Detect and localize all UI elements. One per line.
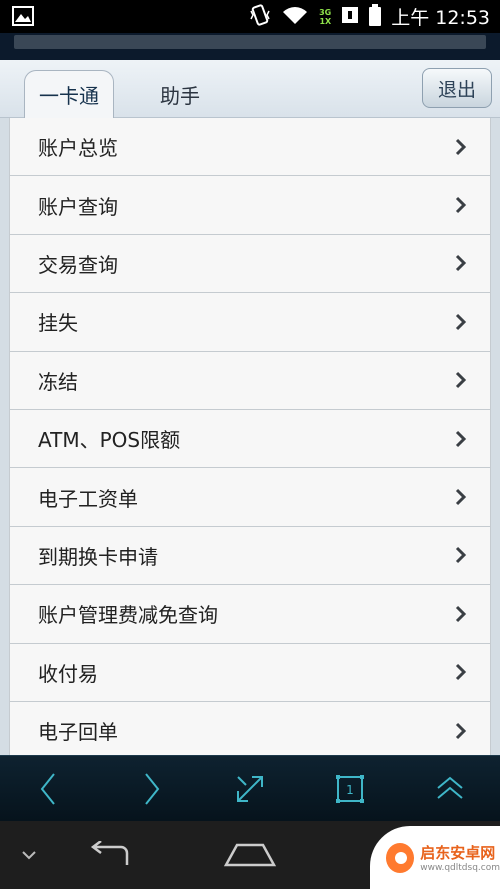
home-icon <box>223 843 277 867</box>
chevron-right-icon <box>455 197 467 214</box>
watermark-title: 启东安卓网 <box>420 844 496 862</box>
tab-header: 一卡通 助手 退出 <box>0 60 500 118</box>
chevron-up-double-icon <box>437 776 463 799</box>
menu-item-label: 账户管理费减免查询 <box>38 603 218 628</box>
network-type-indicator: 3G 1X <box>319 7 332 26</box>
system-back-button[interactable] <box>86 839 136 871</box>
chevron-right-icon <box>455 138 467 155</box>
menu-item-freeze[interactable]: 冻结 <box>9 351 491 410</box>
chevron-right-icon <box>455 664 467 681</box>
chevron-right-icon <box>455 313 467 330</box>
menu-item-account-overview[interactable]: 账户总览 <box>9 118 491 177</box>
menu-item-account-query[interactable]: 账户查询 <box>9 176 491 235</box>
logout-button[interactable]: 退出 <box>422 68 492 108</box>
chevron-right-icon <box>455 722 467 739</box>
tab-count: 1 <box>346 783 354 797</box>
window-count-icon: 1 <box>336 775 364 803</box>
menu-item-fee-waiver-query[interactable]: 账户管理费减免查询 <box>9 585 491 644</box>
menu-item-label: 电子工资单 <box>38 486 138 511</box>
status-bar: 3G 1X 上午 12:53 <box>0 0 500 33</box>
menu-item-label: 账户查询 <box>38 194 118 219</box>
signal-icon <box>341 5 359 29</box>
menu-item-shoufuyi[interactable]: 收付易 <box>9 643 491 702</box>
fullscreen-button[interactable] <box>230 771 270 807</box>
browser-toolbar: 1 <box>0 755 500 821</box>
menu-item-atm-pos-limit[interactable]: ATM、POS限额 <box>9 409 491 469</box>
menu-item-card-renewal[interactable]: 到期换卡申请 <box>9 526 491 586</box>
system-home-button[interactable] <box>222 839 278 871</box>
menu-item-e-payslip[interactable]: 电子工资单 <box>9 468 491 527</box>
battery-icon <box>369 3 382 30</box>
menu-item-label: 冻结 <box>38 369 78 394</box>
menu-item-report-loss[interactable]: 挂失 <box>9 293 491 352</box>
chevron-right-icon <box>455 605 467 622</box>
menu-item-transaction-query[interactable]: 交易查询 <box>9 234 491 294</box>
hide-keyboard-button[interactable] <box>18 839 40 871</box>
arrow-left-icon <box>40 773 55 805</box>
back-button[interactable] <box>28 771 68 807</box>
watermark: 启东安卓网 www.qdltdsq.com <box>370 826 500 889</box>
chevron-right-icon <box>455 255 467 272</box>
menu-list: 账户总览 账户查询 交易查询 挂失 冻结 ATM、POS限额 电子工资单 到期换… <box>9 118 491 755</box>
forward-button[interactable] <box>132 771 172 807</box>
arrow-right-icon <box>145 773 160 805</box>
menu-item-label: 账户总览 <box>38 136 118 161</box>
chevron-right-icon <box>455 488 467 506</box>
tab-assistant[interactable]: 助手 <box>140 70 220 118</box>
image-notification-icon <box>12 6 34 30</box>
watermark-url: www.qdltdsq.com <box>420 863 500 873</box>
chevron-right-icon <box>455 430 467 447</box>
menu-item-label: 电子回单 <box>38 720 118 745</box>
menu-item-label: ATM、POS限额 <box>38 428 181 453</box>
chevron-right-icon <box>455 547 467 564</box>
tabs-button[interactable]: 1 <box>330 771 370 807</box>
clock: 上午 12:53 <box>391 7 490 29</box>
menu-item-label: 到期换卡申请 <box>38 544 158 569</box>
tab-yikatong[interactable]: 一卡通 <box>24 70 114 118</box>
vibrate-icon <box>249 3 271 31</box>
browser-header-strip <box>0 33 500 60</box>
menu-container: 账户总览 账户查询 交易查询 挂失 冻结 ATM、POS限额 电子工资单 到期换… <box>0 118 500 755</box>
expand-arrows-icon <box>237 776 263 802</box>
chevron-down-icon <box>22 851 36 860</box>
watermark-logo-icon <box>386 842 415 873</box>
menu-item-e-receipt[interactable]: 电子回单 <box>9 701 491 755</box>
menu-button[interactable] <box>430 771 470 807</box>
menu-item-label: 收付易 <box>38 661 98 686</box>
chevron-right-icon <box>455 372 467 389</box>
menu-item-label: 交易查询 <box>38 252 118 277</box>
back-arrow-icon <box>90 841 129 865</box>
menu-item-label: 挂失 <box>38 311 78 336</box>
wifi-icon <box>281 4 309 30</box>
obscured-header <box>14 35 486 49</box>
